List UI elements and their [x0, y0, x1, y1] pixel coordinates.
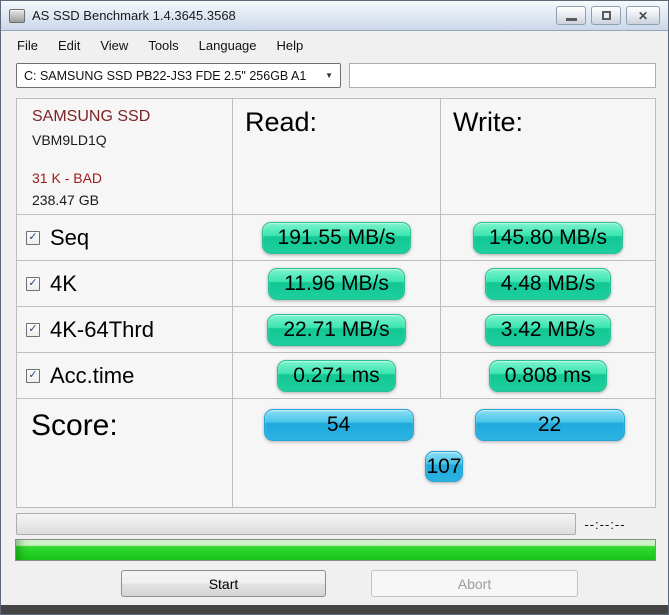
side-textbox[interactable] [349, 63, 656, 88]
total-score-value: 107 [425, 451, 463, 482]
acctime-row-label: ✓ Acc.time [17, 353, 232, 398]
4k-row-label: ✓ 4K [17, 261, 232, 306]
drive-info-cell: SAMSUNG SSD VBM9LD1Q 31 K - BAD 238.47 G… [17, 99, 232, 214]
maximize-button[interactable] [591, 6, 621, 25]
acctime-write-value: 0.808 ms [488, 359, 608, 392]
4k64thrd-label: 4K-64Thrd [50, 316, 154, 342]
app-icon [9, 8, 25, 23]
window-bottom-frame [1, 605, 668, 614]
drive-capacity: 238.47 GB [32, 192, 99, 208]
maximize-icon [601, 11, 611, 20]
4k64thrd-write-value: 3.42 MB/s [484, 313, 612, 346]
seq-row-label: ✓ Seq [17, 215, 232, 260]
score-subscores: 54 22 [233, 409, 655, 441]
4k64thrd-checkbox[interactable]: ✓ [26, 322, 40, 337]
acctime-read-cell: 0.271 ms [233, 353, 440, 398]
4k-read-cell: 11.96 MB/s [233, 261, 440, 306]
menu-view[interactable]: View [90, 34, 138, 57]
4k-write-cell: 4.48 MB/s [441, 261, 655, 306]
4k64thrd-read-cell: 22.71 MB/s [233, 307, 440, 352]
title-bar[interactable]: AS SSD Benchmark 1.4.3645.3568 ✕ [1, 1, 668, 31]
minimize-icon [565, 17, 577, 21]
window-controls: ✕ [556, 6, 660, 25]
menu-language[interactable]: Language [189, 34, 267, 57]
acctime-write-cell: 0.808 ms [441, 353, 655, 398]
results-table: SAMSUNG SSD VBM9LD1Q 31 K - BAD 238.47 G… [16, 98, 656, 508]
score-label: Score: [17, 399, 232, 507]
4k64thrd-write-cell: 3.42 MB/s [441, 307, 655, 352]
seq-checkbox[interactable]: ✓ [26, 230, 40, 245]
score-values-cell: 54 22 107 [233, 399, 655, 507]
acctime-checkbox[interactable]: ✓ [26, 368, 40, 383]
menu-help[interactable]: Help [267, 34, 314, 57]
menu-tools[interactable]: Tools [138, 34, 188, 57]
acctime-label: Acc.time [50, 362, 135, 388]
drive-alignment-status: 31 K - BAD [32, 170, 103, 186]
drive-toolbar: C: SAMSUNG SSD PB22-JS3 FDE 2.5" 256GB A… [16, 63, 656, 88]
4k64thrd-read-value: 22.71 MB/s [267, 313, 406, 346]
drive-firmware: VBM9LD1Q [32, 132, 107, 148]
check-icon: ✓ [28, 231, 38, 243]
overall-progress-bar [15, 539, 656, 561]
write-score-value: 22 [474, 409, 625, 441]
window-title: AS SSD Benchmark 1.4.3645.3568 [32, 8, 236, 23]
4k-write-value: 4.48 MB/s [484, 267, 612, 300]
menu-bar: File Edit View Tools Language Help [1, 31, 668, 59]
drive-model: SAMSUNG SSD [32, 108, 151, 125]
check-icon: ✓ [28, 277, 38, 289]
app-window: AS SSD Benchmark 1.4.3645.3568 ✕ File Ed… [0, 0, 669, 615]
drive-select-dropdown[interactable]: C: SAMSUNG SSD PB22-JS3 FDE 2.5" 256GB A… [16, 63, 341, 88]
seq-write-value: 145.80 MB/s [473, 221, 623, 254]
start-button[interactable]: Start [121, 570, 326, 597]
read-column-header: Read: [233, 99, 440, 214]
seq-write-cell: 145.80 MB/s [441, 215, 655, 260]
seq-label: Seq [50, 224, 90, 250]
4k64thrd-row-label: ✓ 4K-64Thrd [17, 307, 232, 352]
drive-select-value: C: SAMSUNG SSD PB22-JS3 FDE 2.5" 256GB A… [24, 68, 307, 83]
4k-checkbox[interactable]: ✓ [26, 276, 40, 291]
check-icon: ✓ [28, 369, 38, 381]
close-button[interactable]: ✕ [626, 6, 660, 25]
write-column-header: Write: [441, 99, 655, 214]
check-icon: ✓ [28, 323, 38, 335]
chevron-down-icon: ▼ [325, 71, 333, 80]
seq-read-value: 191.55 MB/s [261, 221, 412, 254]
seq-read-cell: 191.55 MB/s [233, 215, 440, 260]
4k-read-value: 11.96 MB/s [268, 267, 405, 300]
read-score-value: 54 [263, 409, 414, 441]
menu-file[interactable]: File [7, 34, 48, 57]
4k-label: 4K [50, 270, 77, 296]
acctime-read-value: 0.271 ms [277, 359, 396, 392]
close-icon: ✕ [637, 8, 649, 23]
menu-edit[interactable]: Edit [48, 34, 90, 57]
benchmark-progress-bar [16, 513, 576, 535]
minimize-button[interactable] [556, 6, 586, 25]
elapsed-time: --:--:-- [584, 517, 626, 532]
abort-button: Abort [371, 570, 578, 597]
